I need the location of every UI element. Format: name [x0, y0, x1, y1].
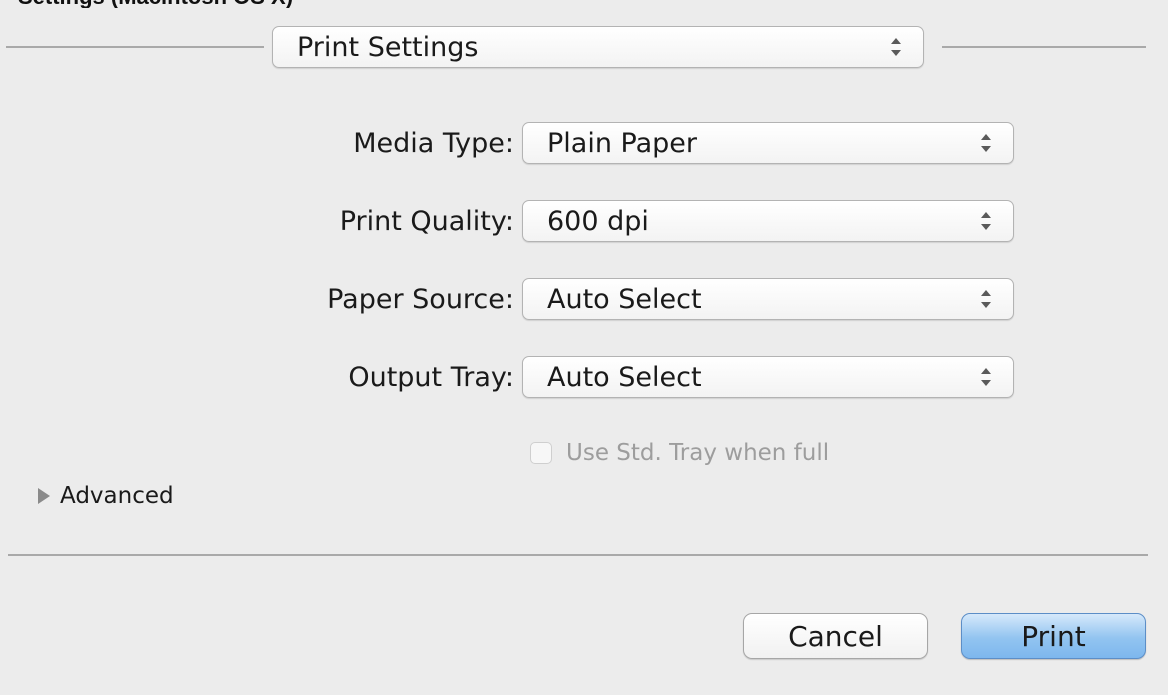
media-type-popup[interactable]: Plain Paper: [522, 122, 1014, 164]
up-down-arrows-icon: [981, 290, 991, 308]
window-title-strip: Settings (Macintosh OS X): [0, 0, 1168, 8]
std-tray-checkbox-label: Use Std. Tray when full: [566, 440, 830, 466]
media-type-value: Plain Paper: [547, 127, 697, 159]
paper-source-popup[interactable]: Auto Select: [522, 278, 1014, 320]
section-divider-right: [942, 46, 1146, 48]
window-title: Settings (Macintosh OS X): [18, 0, 293, 8]
up-down-arrows-icon: [981, 212, 991, 230]
std-tray-checkbox[interactable]: [530, 442, 552, 464]
print-button[interactable]: Print: [961, 613, 1146, 659]
advanced-label: Advanced: [60, 483, 174, 509]
section-divider-left: [6, 46, 264, 48]
paper-source-label: Paper Source:: [327, 284, 514, 315]
output-tray-label: Output Tray:: [348, 362, 514, 393]
cancel-button[interactable]: Cancel: [743, 613, 928, 659]
print-quality-value: 600 dpi: [547, 205, 649, 237]
print-dialog: Settings (Macintosh OS X) Print Settings…: [0, 0, 1168, 695]
up-down-arrows-icon: [891, 38, 901, 56]
media-type-label: Media Type:: [353, 128, 514, 159]
output-tray-popup[interactable]: Auto Select: [522, 356, 1014, 398]
paper-source-value: Auto Select: [547, 283, 702, 315]
advanced-disclosure[interactable]: Advanced: [38, 483, 174, 509]
section-menu-value: Print Settings: [297, 31, 479, 63]
print-quality-popup[interactable]: 600 dpi: [522, 200, 1014, 242]
footer-divider: [8, 554, 1148, 556]
section-menu-popup[interactable]: Print Settings: [272, 26, 924, 68]
std-tray-checkbox-row: Use Std. Tray when full: [530, 440, 829, 466]
disclosure-triangle-icon: [38, 488, 50, 504]
output-tray-value: Auto Select: [547, 361, 702, 393]
up-down-arrows-icon: [981, 134, 991, 152]
up-down-arrows-icon: [981, 368, 991, 386]
print-quality-label: Print Quality:: [339, 206, 514, 237]
